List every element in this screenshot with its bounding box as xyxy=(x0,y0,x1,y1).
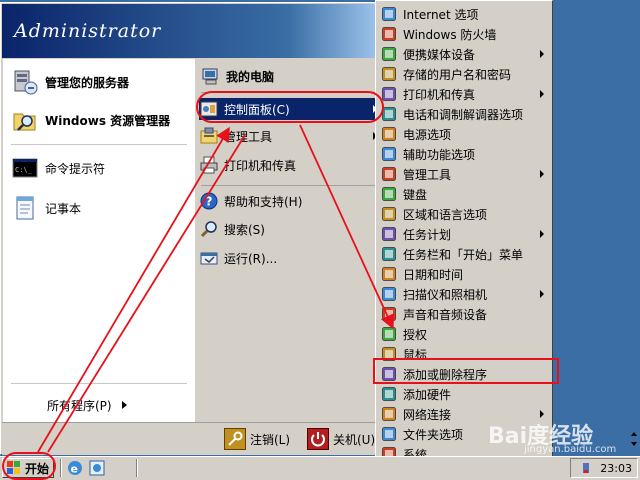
annotation-arrows xyxy=(37,124,395,453)
